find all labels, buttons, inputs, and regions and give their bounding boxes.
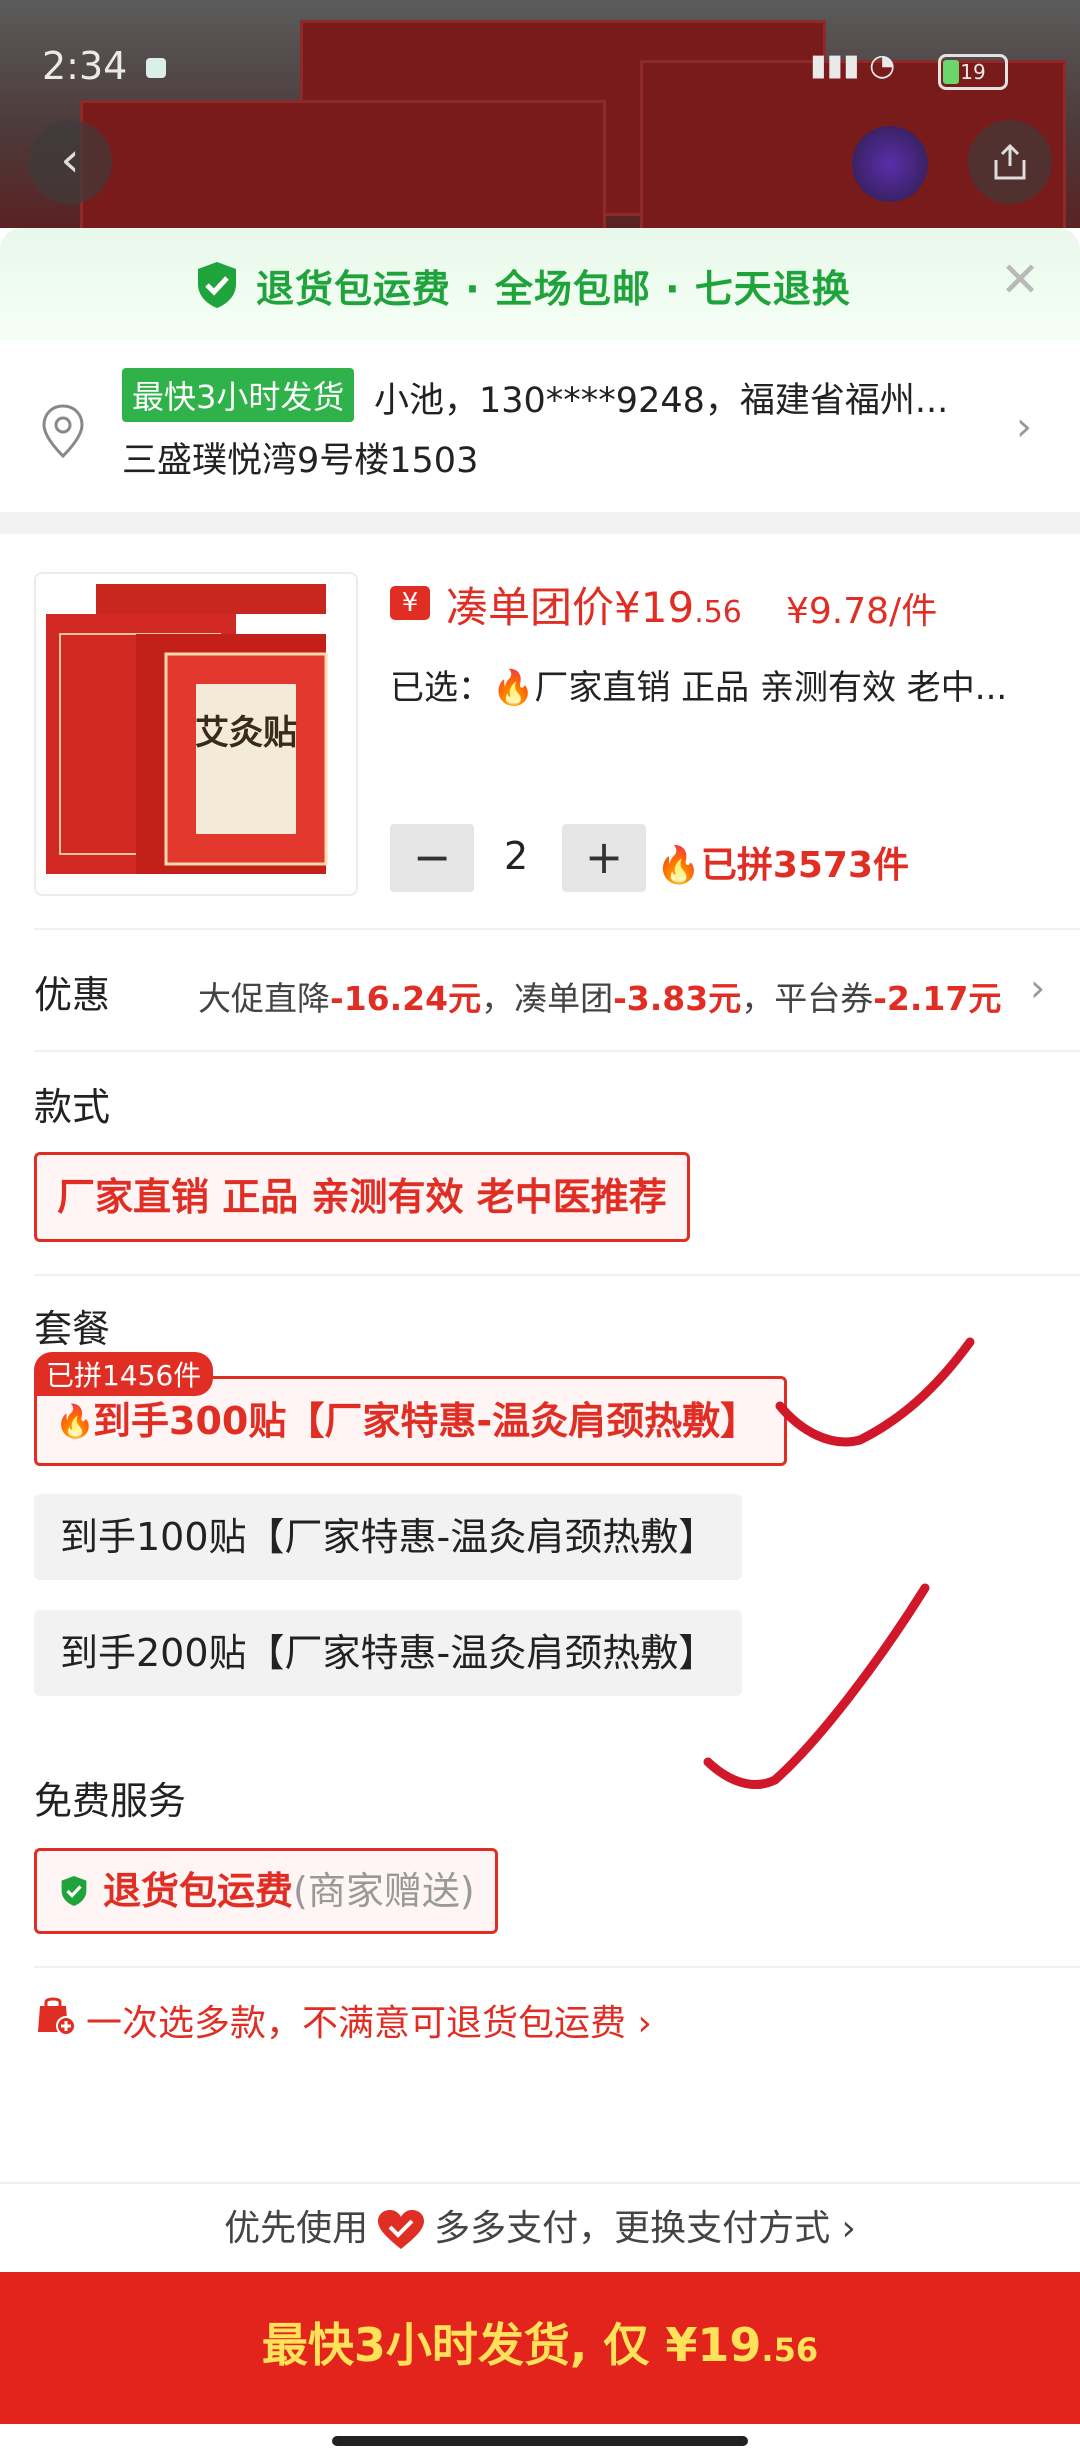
discount-label-3: ，平台券 — [741, 979, 874, 1018]
package-joined-badge: 已拼1456件 — [34, 1352, 214, 1396]
style-title: 款式 — [34, 1085, 111, 1129]
discount-value-2: -3.83元 — [613, 979, 742, 1018]
joined-count-text: 已拼3573件 — [700, 845, 910, 886]
package-option[interactable]: 到手100贴【厂家特惠-温灸肩颈热敷】 — [34, 1494, 743, 1580]
quantity-decrease-button[interactable]: − — [390, 824, 474, 892]
multi-select-link[interactable]: 一次选多款，不满意可退货包运费 › — [86, 1994, 652, 2046]
product-image[interactable]: 艾灸贴 — [34, 572, 358, 896]
product-header-backdrop — [0, 0, 1080, 228]
discount-label-1: 大促直降 — [198, 979, 330, 1018]
share-button[interactable] — [968, 120, 1052, 204]
chevron-right-icon: › — [1016, 404, 1032, 450]
service-main-label: 退货包运费 — [103, 1869, 294, 1913]
close-icon[interactable]: ✕ — [1000, 252, 1040, 308]
battery-icon: 19 — [938, 54, 1008, 90]
package-option[interactable]: 到手200贴【厂家特惠-温灸肩颈热敷】 — [34, 1610, 743, 1696]
heart-pay-icon — [378, 2210, 425, 2249]
service-option-selected[interactable]: 退货包运费(商家赠送) — [34, 1848, 498, 1934]
price-main: 19 — [640, 583, 695, 632]
quantity-value[interactable]: 2 — [504, 834, 528, 878]
guarantee-text: 退货包运费 · 全场包邮 · 七天退换 — [256, 267, 851, 311]
notification-icon — [146, 58, 166, 78]
back-button[interactable]: ‹ — [28, 120, 112, 204]
package-option-label: 到手300贴【厂家特惠-温灸肩颈热敷】 — [93, 1399, 759, 1443]
discount-value-1: -16.24元 — [330, 979, 482, 1018]
address-row[interactable]: 最快3小时发货 小池，130****9248，福建省福州... 三盛璞悦湾9号楼… — [0, 340, 1080, 512]
coupon-yen-icon: ¥ — [390, 586, 430, 620]
divider — [34, 1274, 1080, 1276]
selected-prefix: 已选： — [390, 668, 492, 708]
fire-icon: 🔥 — [656, 845, 701, 886]
joined-count: 🔥已拼3573件 — [656, 836, 909, 888]
address-detail: 三盛璞悦湾9号楼1503 — [122, 441, 479, 481]
payment-prefix: 优先使用 — [224, 2208, 369, 2249]
fast-shipping-badge: 最快3小时发货 — [122, 368, 355, 422]
divider — [34, 1050, 1080, 1052]
shield-check-icon — [61, 1876, 87, 1906]
selected-spec[interactable]: 已选：🔥厂家直销 正品 亲测有效 老中... — [390, 660, 1007, 709]
package-title: 套餐 — [34, 1307, 111, 1351]
chevron-left-icon: ‹ — [60, 132, 80, 188]
discount-title: 优惠 — [34, 973, 111, 1017]
shield-check-icon — [198, 262, 236, 308]
share-icon — [994, 143, 1026, 180]
divider — [34, 928, 1080, 930]
discount-detail[interactable]: 大促直降-16.24元，凑单团-3.83元，平台券-2.17元 — [198, 972, 1001, 1020]
address-contact: 小池，130****9248，福建省福州... — [374, 381, 949, 421]
product-image-title: 艾灸贴 — [195, 713, 297, 753]
signal-wifi-icon: ▮▮▮ ◔ — [810, 48, 896, 83]
divider — [34, 1966, 1080, 1968]
shopping-bag-plus-icon — [38, 1997, 76, 2036]
payment-method-row[interactable]: 优先使用 多多支付，更换支付方式 › — [0, 2182, 1080, 2274]
style-option-selected[interactable]: 厂家直销 正品 亲测有效 老中医推荐 — [34, 1152, 690, 1242]
service-sub-label: (商家赠送) — [293, 1869, 475, 1913]
buy-price-decimal: .56 — [761, 2331, 819, 2369]
service-title: 免费服务 — [34, 1779, 187, 1823]
buy-price-main: 19 — [697, 2318, 762, 2372]
product-box-illustration: 艾灸贴 — [46, 584, 328, 874]
fire-icon: 🔥 — [492, 668, 535, 708]
quantity-increase-button[interactable]: + — [562, 824, 646, 892]
location-pin-icon — [42, 404, 84, 459]
payment-text: 多多支付，更换支付方式 › — [434, 2208, 856, 2249]
buy-button[interactable]: 最快3小时发货, 仅 ¥19.56 — [0, 2272, 1080, 2424]
battery-level: 19 — [960, 60, 986, 84]
discount-value-3: -2.17元 — [873, 979, 1002, 1018]
live-orb-icon[interactable] — [852, 126, 928, 202]
selected-value: 厂家直销 正品 亲测有效 老中... — [534, 668, 1008, 708]
discount-label-2: ，凑单团 — [481, 979, 614, 1018]
buy-button-label: 最快3小时发货, 仅 ¥ — [261, 2318, 698, 2372]
group-price: 凑单团价¥19.56 — [446, 574, 742, 635]
price-decimal: .56 — [694, 595, 742, 630]
unit-price: ¥9.78/件 — [786, 591, 938, 632]
status-time: 2:34 — [42, 44, 128, 88]
section-gap — [0, 512, 1080, 534]
chevron-right-icon: › — [1030, 966, 1046, 1010]
guarantee-banner: 退货包运费 · 全场包邮 · 七天退换 ✕ — [0, 228, 1080, 340]
home-indicator — [332, 2436, 748, 2446]
price-prefix: 凑单团价¥ — [446, 583, 641, 632]
